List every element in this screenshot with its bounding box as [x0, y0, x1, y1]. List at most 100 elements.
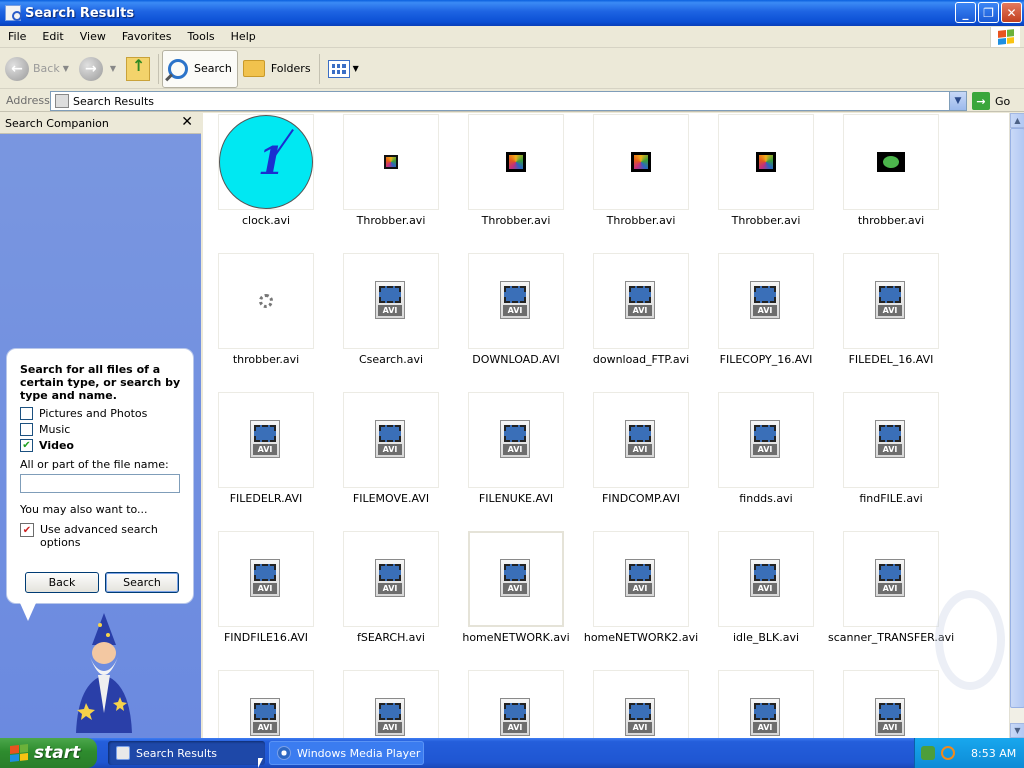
- forward-button[interactable]: → ▼: [74, 52, 121, 86]
- file-thumbnail[interactable]: AVI: [593, 670, 689, 738]
- file-item[interactable]: AVI: [328, 670, 448, 738]
- network-icon[interactable]: [921, 746, 935, 760]
- file-thumbnail[interactable]: AVI: [718, 392, 814, 488]
- option-video[interactable]: ✔ Video: [20, 437, 181, 453]
- menu-edit[interactable]: Edit: [34, 30, 71, 43]
- title-bar[interactable]: Search Results _ ❐ ✕: [0, 0, 1024, 26]
- file-item[interactable]: AVI: [453, 670, 573, 738]
- file-item[interactable]: AVI FILEDEL_16.AVI: [828, 253, 948, 389]
- file-thumbnail[interactable]: AVI: [718, 531, 814, 627]
- minimize-button[interactable]: _: [955, 2, 976, 23]
- file-item[interactable]: AVI FILEMOVE.AVI: [328, 392, 448, 528]
- filename-input[interactable]: [20, 474, 180, 493]
- file-item[interactable]: AVI homeNETWORK2.avi: [578, 531, 698, 667]
- file-thumbnail[interactable]: AVI: [468, 253, 564, 349]
- file-item[interactable]: 1 clock.avi: [203, 114, 323, 250]
- advanced-search-link[interactable]: ✔ Use advanced search options: [20, 523, 181, 549]
- scroll-down-icon[interactable]: ▼: [1010, 723, 1024, 738]
- file-thumbnail[interactable]: [593, 114, 689, 210]
- file-item[interactable]: AVI FINDFILE16.AVI: [203, 531, 323, 667]
- file-thumbnail[interactable]: AVI: [718, 670, 814, 738]
- file-thumbnail[interactable]: AVI: [218, 670, 314, 738]
- clock[interactable]: 8:53 AM: [971, 747, 1016, 760]
- file-thumbnail[interactable]: AVI: [343, 392, 439, 488]
- file-thumbnail[interactable]: [843, 114, 939, 210]
- maximize-button[interactable]: ❐: [978, 2, 999, 23]
- up-folder-button[interactable]: [121, 52, 155, 86]
- file-item[interactable]: AVI findds.avi: [703, 392, 823, 528]
- option-music[interactable]: Music: [20, 421, 181, 437]
- file-item[interactable]: AVI idle_BLK.avi: [703, 531, 823, 667]
- file-item[interactable]: AVI download_FTP.avi: [578, 253, 698, 389]
- file-item[interactable]: AVI scanner_TRANSFER.avi: [828, 531, 954, 667]
- music-checkbox[interactable]: [20, 422, 33, 436]
- file-thumbnail[interactable]: AVI: [468, 670, 564, 738]
- file-item[interactable]: throbber.avi: [828, 114, 948, 250]
- file-thumbnail[interactable]: AVI: [343, 670, 439, 738]
- vertical-scrollbar[interactable]: ▲ ▼: [1009, 113, 1024, 738]
- file-item[interactable]: Throbber.avi: [703, 114, 823, 250]
- file-item[interactable]: AVI Csearch.avi: [328, 253, 448, 389]
- search-window-icon[interactable]: [5, 5, 22, 21]
- folders-button[interactable]: Folders: [238, 52, 316, 86]
- menu-favorites[interactable]: Favorites: [114, 30, 180, 43]
- task-media-player[interactable]: Windows Media Player: [269, 741, 424, 765]
- file-thumbnail[interactable]: AVI: [593, 392, 689, 488]
- menu-help[interactable]: Help: [223, 30, 264, 43]
- file-item[interactable]: AVI DOWNLOAD.AVI: [453, 253, 573, 389]
- file-thumbnail[interactable]: AVI: [343, 531, 439, 627]
- video-checkbox[interactable]: ✔: [20, 438, 33, 452]
- forward-dropdown-icon[interactable]: ▼: [110, 64, 116, 73]
- file-thumbnail[interactable]: AVI: [218, 392, 314, 488]
- task-search-results[interactable]: Search Results: [108, 741, 265, 765]
- file-thumbnail[interactable]: AVI: [218, 531, 314, 627]
- views-button[interactable]: ▼: [323, 52, 364, 86]
- views-dropdown-icon[interactable]: ▼: [353, 64, 359, 73]
- file-item[interactable]: AVI: [703, 670, 823, 738]
- search-toolbar-button[interactable]: Search: [162, 49, 238, 88]
- file-item[interactable]: AVI FILEDELR.AVI: [203, 392, 323, 528]
- search-tray-icon[interactable]: [941, 746, 955, 760]
- scroll-thumb[interactable]: [1010, 128, 1024, 708]
- scroll-up-icon[interactable]: ▲: [1010, 113, 1024, 128]
- file-thumbnail[interactable]: [218, 253, 314, 349]
- file-thumbnail[interactable]: AVI: [843, 253, 939, 349]
- menu-file[interactable]: File: [0, 30, 34, 43]
- file-thumbnail[interactable]: AVI: [468, 531, 564, 627]
- file-thumbnail[interactable]: [343, 114, 439, 210]
- file-item[interactable]: AVI fSEARCH.avi: [328, 531, 448, 667]
- file-item[interactable]: AVI: [203, 670, 323, 738]
- file-thumbnail[interactable]: [718, 114, 814, 210]
- file-thumbnail[interactable]: AVI: [843, 670, 939, 738]
- close-button[interactable]: ✕: [1001, 2, 1022, 23]
- file-thumbnail[interactable]: AVI: [718, 253, 814, 349]
- file-item[interactable]: AVI findFILE.avi: [828, 392, 948, 528]
- go-button[interactable]: → Go: [972, 92, 1010, 110]
- file-thumbnail[interactable]: 1: [218, 114, 314, 210]
- file-thumbnail[interactable]: AVI: [343, 253, 439, 349]
- file-item[interactable]: AVI FILENUKE.AVI: [453, 392, 573, 528]
- back-dropdown-icon[interactable]: ▼: [63, 64, 69, 73]
- file-item[interactable]: AVI homeNETWORK.avi: [453, 531, 573, 667]
- menu-view[interactable]: View: [72, 30, 114, 43]
- file-item[interactable]: Throbber.avi: [328, 114, 448, 250]
- address-field[interactable]: Search Results ▼: [50, 91, 967, 111]
- pane-close-icon[interactable]: ✕: [181, 114, 193, 130]
- file-item[interactable]: AVI: [578, 670, 698, 738]
- back-pane-button[interactable]: Back: [25, 572, 99, 593]
- address-dropdown-icon[interactable]: ▼: [949, 92, 966, 110]
- search-button[interactable]: Search: [105, 572, 179, 593]
- pictures-checkbox[interactable]: [20, 406, 33, 420]
- menu-tools[interactable]: Tools: [180, 30, 223, 43]
- file-thumbnail[interactable]: AVI: [593, 253, 689, 349]
- file-item[interactable]: throbber.avi: [203, 253, 323, 389]
- file-thumbnail[interactable]: [468, 114, 564, 210]
- file-thumbnail[interactable]: AVI: [843, 392, 939, 488]
- file-item[interactable]: AVI: [828, 670, 948, 738]
- file-thumbnail[interactable]: AVI: [468, 392, 564, 488]
- wizard-assistant-icon[interactable]: [62, 613, 146, 733]
- option-pictures[interactable]: Pictures and Photos: [20, 405, 181, 421]
- file-item[interactable]: AVI FINDCOMP.AVI: [578, 392, 698, 528]
- file-thumbnail[interactable]: AVI: [843, 531, 939, 627]
- start-button[interactable]: start: [0, 738, 97, 768]
